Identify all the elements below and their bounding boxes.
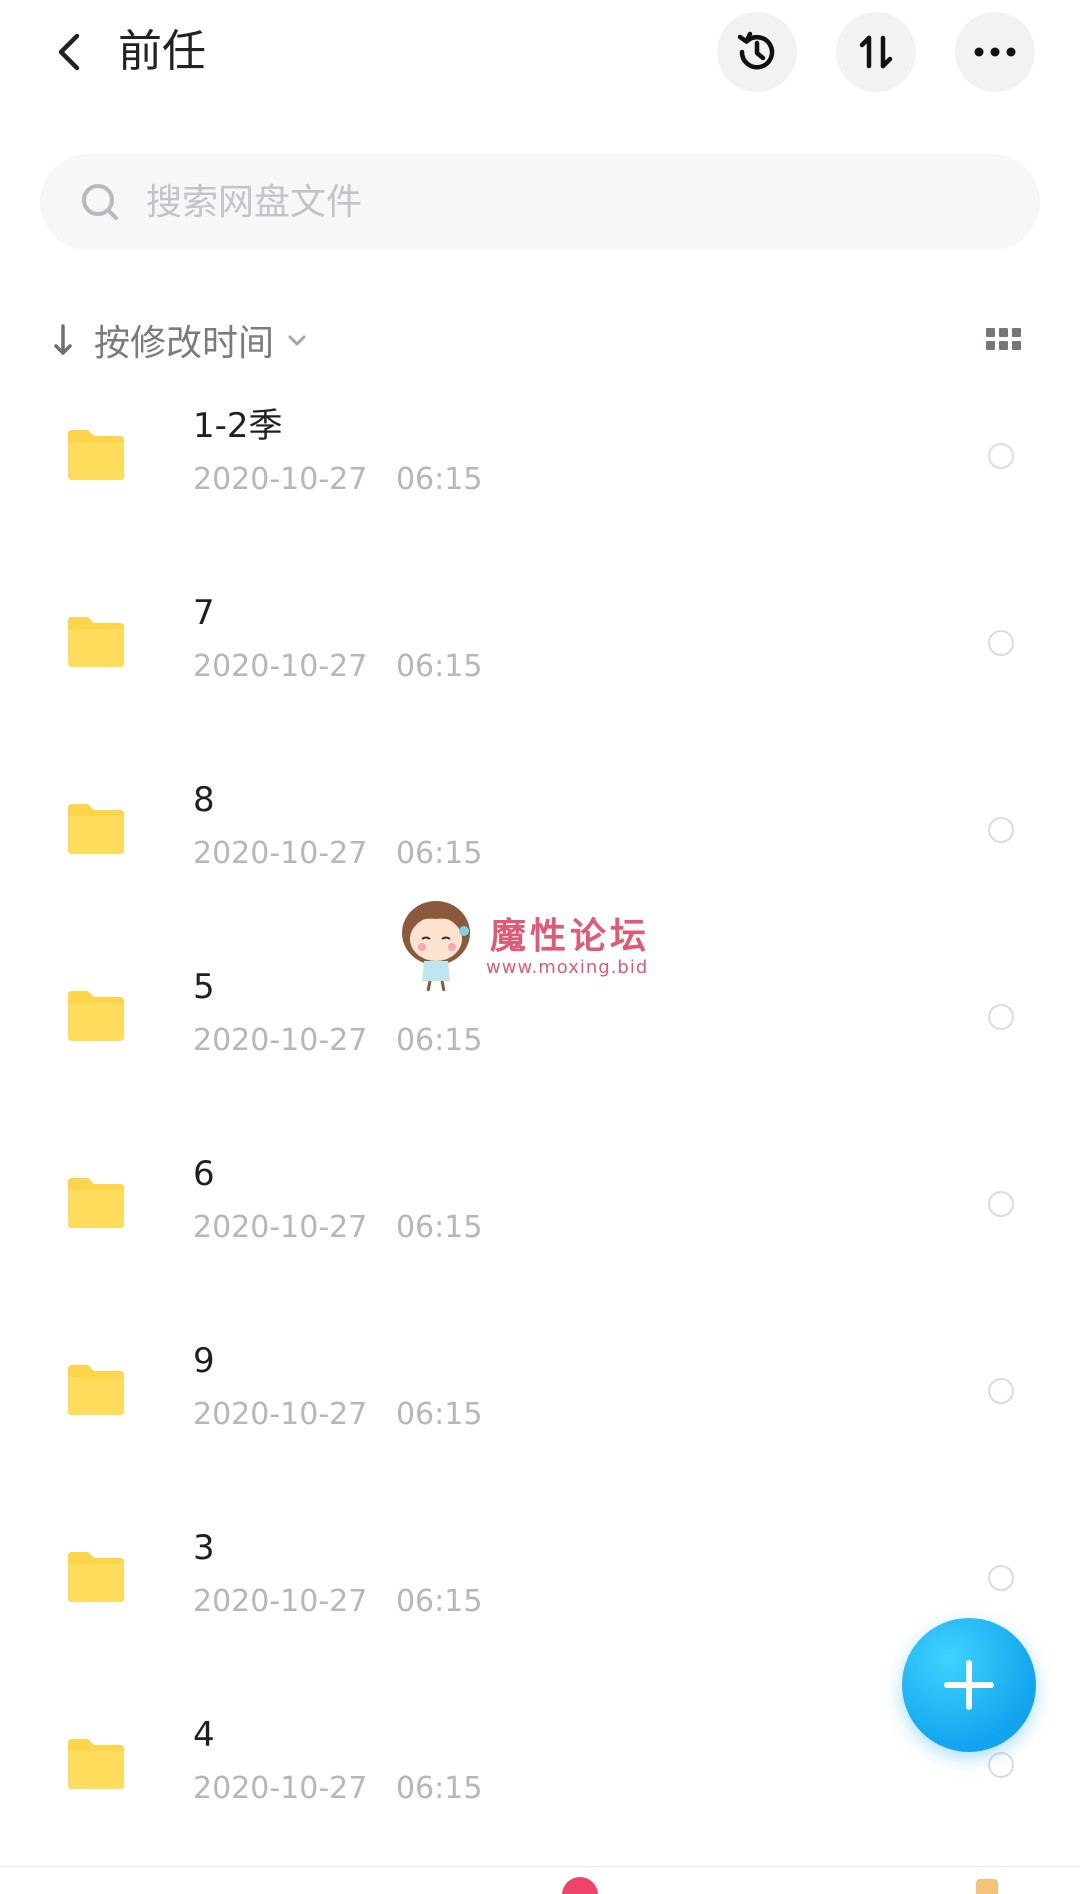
sort-toggle[interactable]: 按修改时间 — [52, 310, 308, 370]
folder-icon — [68, 617, 124, 667]
file-row[interactable]: 7 2020-10-27 06:15 — [0, 565, 1080, 752]
file-name: 8 — [193, 780, 215, 820]
file-time: 2020-10-27 06:15 — [193, 462, 483, 497]
select-radio[interactable] — [988, 630, 1014, 656]
select-radio[interactable] — [988, 1752, 1014, 1778]
select-radio[interactable] — [988, 817, 1014, 843]
grid-view-button[interactable] — [984, 320, 1024, 360]
more-button[interactable] — [955, 12, 1035, 92]
file-time: 2020-10-27 06:15 — [193, 1771, 483, 1806]
file-row[interactable]: 9 2020-10-27 06:15 — [0, 1313, 1080, 1500]
folder-icon — [68, 991, 124, 1041]
back-button[interactable] — [40, 22, 96, 82]
watermark-title: 魔性论坛 — [490, 916, 651, 957]
file-time: 2020-10-27 06:15 — [193, 1210, 483, 1245]
folder-icon — [68, 1365, 124, 1415]
chevron-left-icon — [58, 33, 80, 71]
select-radio[interactable] — [988, 1004, 1014, 1030]
history-icon — [737, 31, 775, 70]
file-name: 7 — [193, 593, 215, 633]
file-name: 5 — [193, 967, 215, 1007]
file-time: 2020-10-27 06:15 — [193, 1397, 483, 1432]
folder-icon — [68, 1178, 124, 1228]
page-title: 前任 — [118, 26, 206, 77]
select-radio[interactable] — [988, 1565, 1014, 1591]
tab-icon[interactable] — [976, 1879, 998, 1894]
transfer-button[interactable] — [836, 12, 916, 92]
file-name: 3 — [193, 1528, 215, 1568]
search-bar[interactable] — [40, 154, 1040, 250]
header: 前任 — [0, 0, 1080, 110]
file-name: 9 — [193, 1341, 215, 1381]
file-time: 2020-10-27 06:15 — [193, 1584, 483, 1619]
folder-icon — [68, 430, 124, 480]
bottom-tab-bar — [0, 1866, 1080, 1894]
history-button[interactable] — [717, 12, 797, 92]
badge-icon[interactable] — [562, 1877, 598, 1894]
arrow-down-icon — [54, 324, 72, 355]
select-radio[interactable] — [988, 1191, 1014, 1217]
search-input[interactable] — [144, 180, 968, 224]
folder-icon — [68, 1739, 124, 1789]
file-name: 1-2季 — [193, 406, 283, 446]
select-radio[interactable] — [988, 1378, 1014, 1404]
file-name: 4 — [193, 1715, 215, 1755]
sort-label: 按修改时间 — [94, 323, 275, 364]
file-row[interactable]: 6 2020-10-27 06:15 — [0, 1126, 1080, 1313]
watermark: 魔性论坛 www.moxing.bid — [398, 895, 678, 995]
cartoon-girl-icon — [402, 901, 470, 992]
grid-icon — [986, 328, 1021, 350]
folder-icon — [68, 804, 124, 854]
select-radio[interactable] — [988, 443, 1014, 469]
more-icon — [974, 47, 1016, 57]
chevron-down-icon — [286, 332, 308, 348]
transfer-icon — [859, 35, 893, 69]
file-time: 2020-10-27 06:15 — [193, 1023, 483, 1058]
file-row[interactable]: 1-2季 2020-10-27 06:15 — [0, 378, 1080, 565]
file-name: 6 — [193, 1154, 215, 1194]
plus-icon — [944, 1660, 994, 1710]
search-icon — [78, 180, 122, 224]
folder-icon — [68, 1552, 124, 1602]
file-time: 2020-10-27 06:15 — [193, 649, 483, 684]
add-button[interactable] — [902, 1618, 1036, 1752]
sort-bar: 按修改时间 — [0, 310, 1080, 370]
watermark-url: www.moxing.bid — [486, 957, 649, 978]
file-time: 2020-10-27 06:15 — [193, 836, 483, 871]
